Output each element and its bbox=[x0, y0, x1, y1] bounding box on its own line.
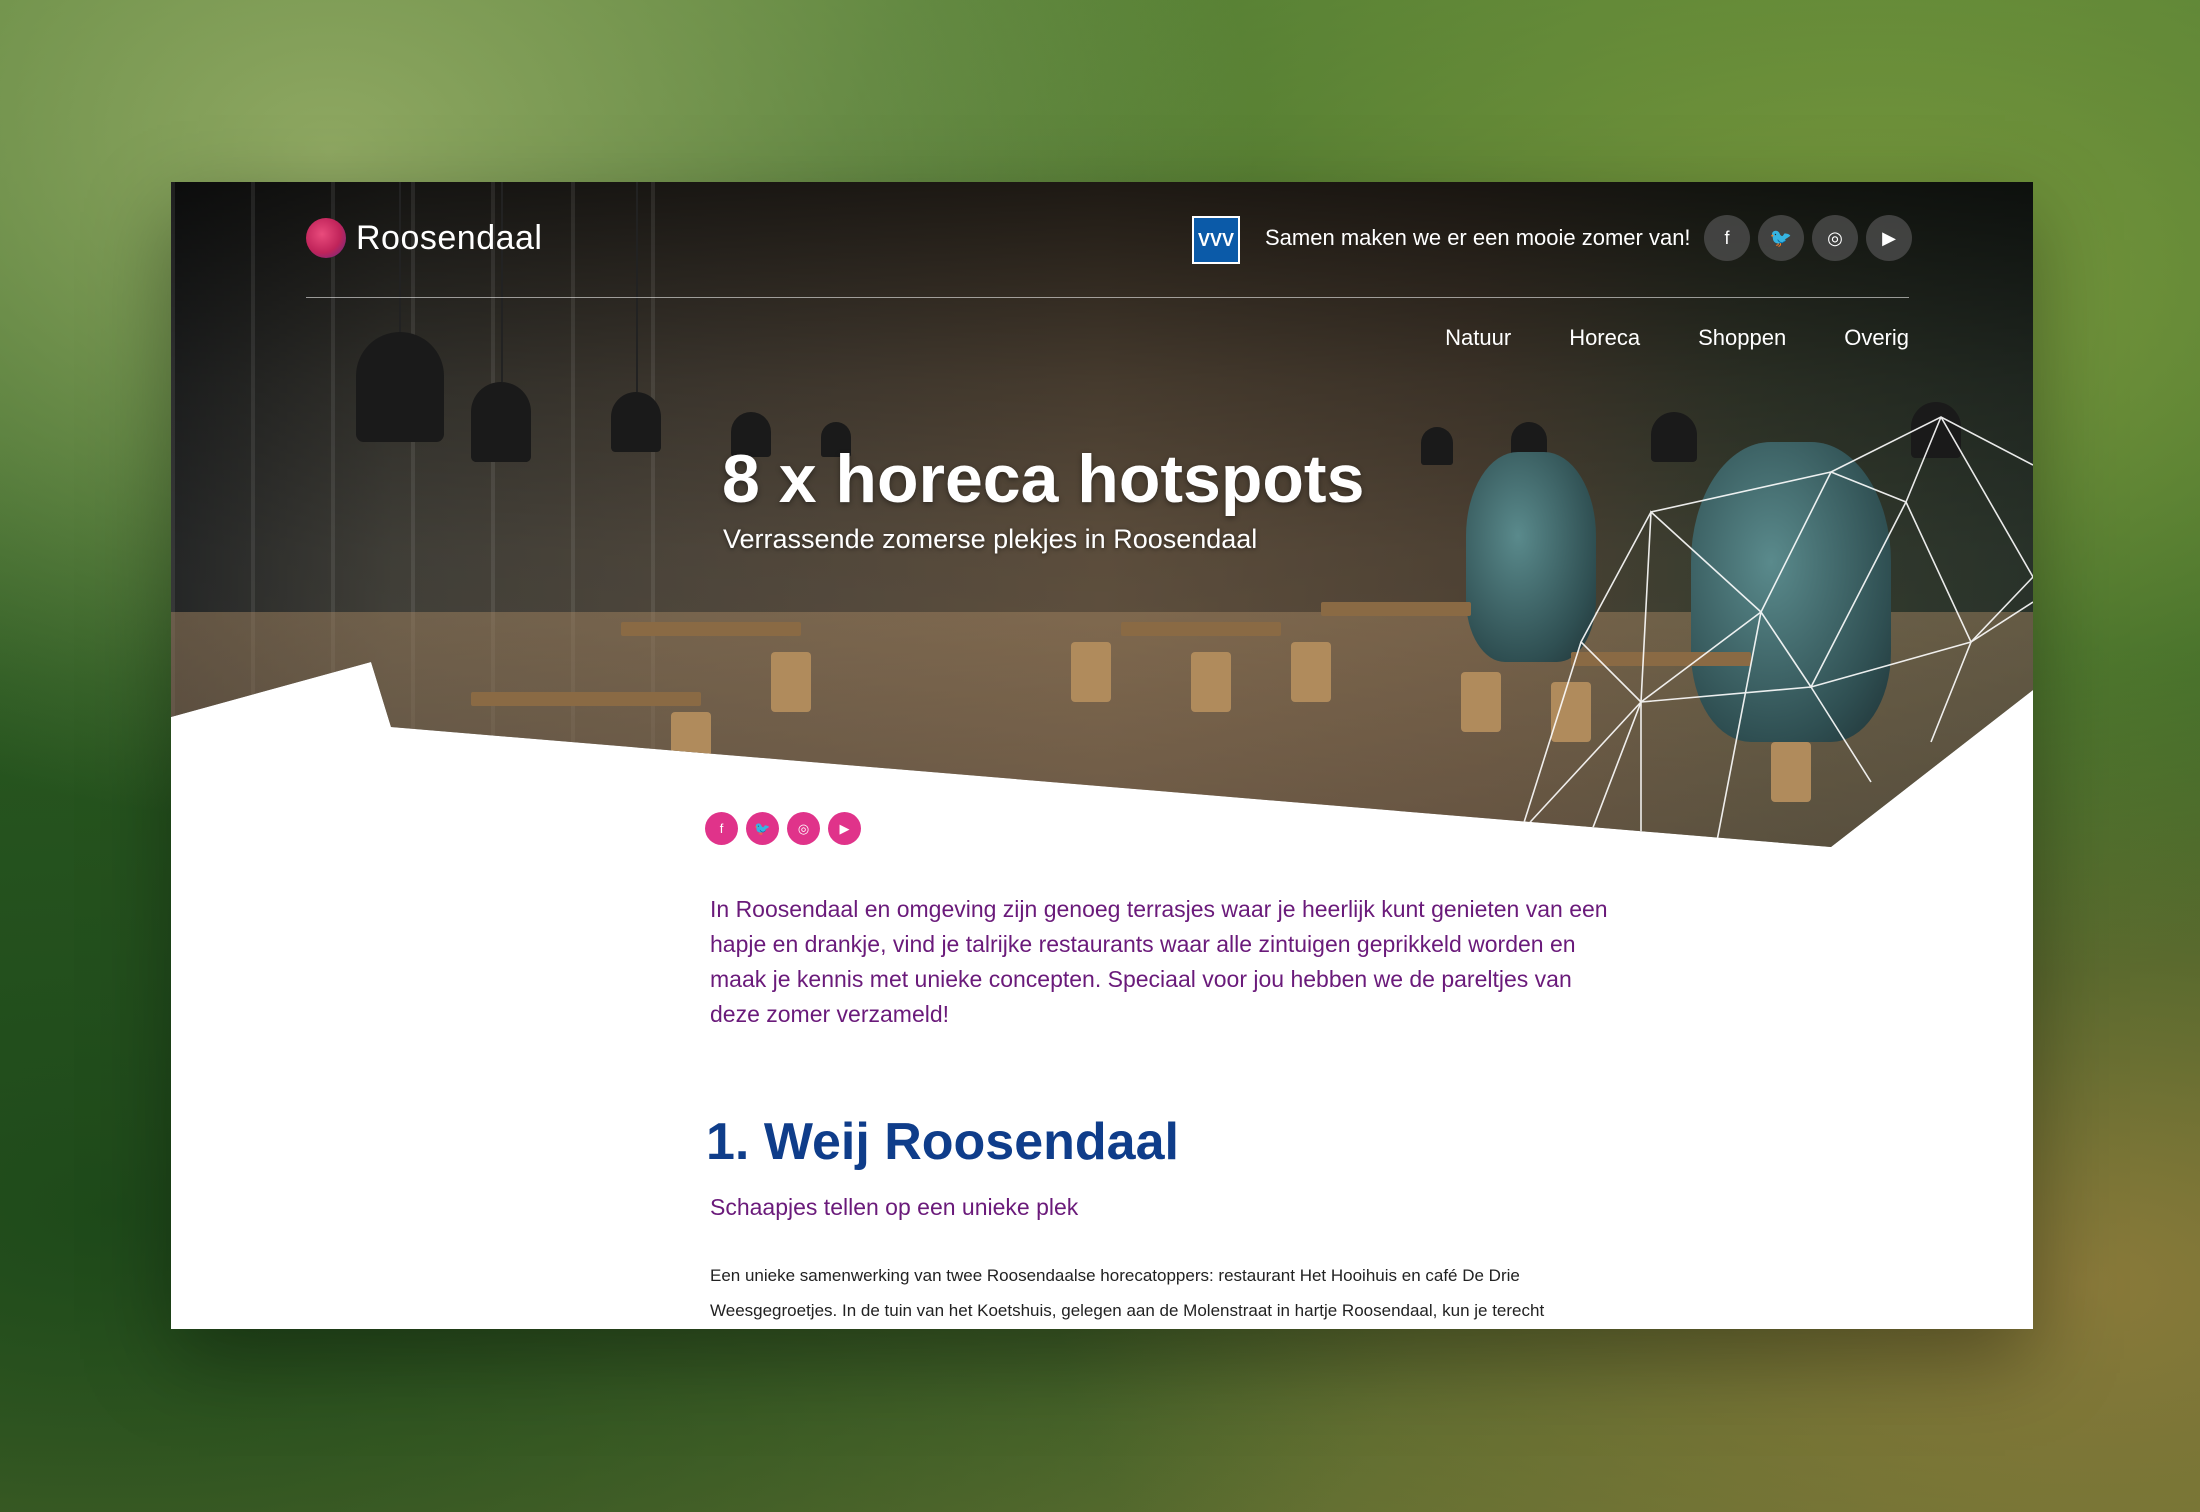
nav-item-horeca[interactable]: Horeca bbox=[1569, 325, 1640, 351]
pendant-lamp bbox=[1911, 402, 1961, 458]
hero-banner: Roosendaal VVV Samen maken we er een moo… bbox=[171, 182, 2033, 847]
section-body: Een unieke samenwerking van twee Roosend… bbox=[710, 1266, 1545, 1320]
page-title: 8 x horeca hotspots bbox=[722, 441, 1365, 517]
share-buttons: f 🐦 ◎ ▶ bbox=[705, 812, 861, 845]
header-divider bbox=[306, 297, 1909, 298]
article-intro: In Roosendaal en omgeving zijn genoeg te… bbox=[710, 896, 1608, 1027]
brand-name: Roosendaal bbox=[356, 218, 543, 257]
section-title: 1. Weij Roosendaal bbox=[706, 1113, 1179, 1171]
pendant-lamp bbox=[1651, 412, 1697, 462]
chair bbox=[1551, 682, 1591, 742]
brand-logo[interactable]: Roosendaal bbox=[306, 218, 542, 258]
page-subtitle: Verrassende zomerse plekjes in Roosendaa… bbox=[723, 524, 1258, 554]
chair bbox=[671, 712, 711, 772]
chair bbox=[1191, 652, 1231, 712]
hero-window-frames bbox=[171, 182, 671, 847]
header-social-links: f 🐦 ◎ ▶ bbox=[1704, 215, 1912, 261]
pendant-lamp bbox=[1421, 427, 1453, 465]
section-subtitle: Schaapjes tellen op een unieke plek bbox=[710, 1194, 1079, 1220]
browser-page: Roosendaal VVV Samen maken we er een moo… bbox=[171, 182, 2033, 1329]
vvv-logo-icon[interactable]: VVV bbox=[1192, 216, 1240, 264]
twitter-icon[interactable]: 🐦 bbox=[1758, 215, 1804, 261]
youtube-icon[interactable]: ▶ bbox=[1866, 215, 1912, 261]
nav-item-overig[interactable]: Overig bbox=[1844, 325, 1909, 351]
dining-table bbox=[1571, 652, 1751, 666]
chair bbox=[771, 652, 811, 712]
chair bbox=[1291, 642, 1331, 702]
twitter-icon[interactable]: 🐦 bbox=[746, 812, 779, 845]
chair bbox=[1071, 642, 1111, 702]
main-nav: Natuur Horeca Shoppen Overig bbox=[1445, 325, 1909, 351]
plant-vase bbox=[1691, 442, 1891, 742]
facebook-icon[interactable]: f bbox=[1704, 215, 1750, 261]
dining-table bbox=[1321, 602, 1471, 616]
youtube-icon[interactable]: ▶ bbox=[828, 812, 861, 845]
instagram-icon[interactable]: ◎ bbox=[1812, 215, 1858, 261]
lamp-cord bbox=[636, 182, 638, 392]
dining-table bbox=[621, 622, 801, 636]
nav-item-natuur[interactable]: Natuur bbox=[1445, 325, 1511, 351]
nav-item-shoppen[interactable]: Shoppen bbox=[1698, 325, 1786, 351]
rose-logo-icon bbox=[306, 218, 346, 258]
dining-table bbox=[471, 692, 701, 706]
chair bbox=[1461, 672, 1501, 732]
dining-table bbox=[1121, 622, 1281, 636]
pendant-lamp bbox=[471, 382, 531, 462]
lamp-cord bbox=[501, 182, 503, 382]
facebook-icon[interactable]: f bbox=[705, 812, 738, 845]
instagram-icon[interactable]: ◎ bbox=[787, 812, 820, 845]
chair bbox=[1771, 742, 1811, 802]
plant-vase bbox=[1466, 452, 1596, 662]
pendant-lamp bbox=[611, 392, 661, 452]
pendant-lamp bbox=[356, 332, 444, 442]
header-tagline: Samen maken we er een mooie zomer van! bbox=[1265, 225, 1691, 250]
